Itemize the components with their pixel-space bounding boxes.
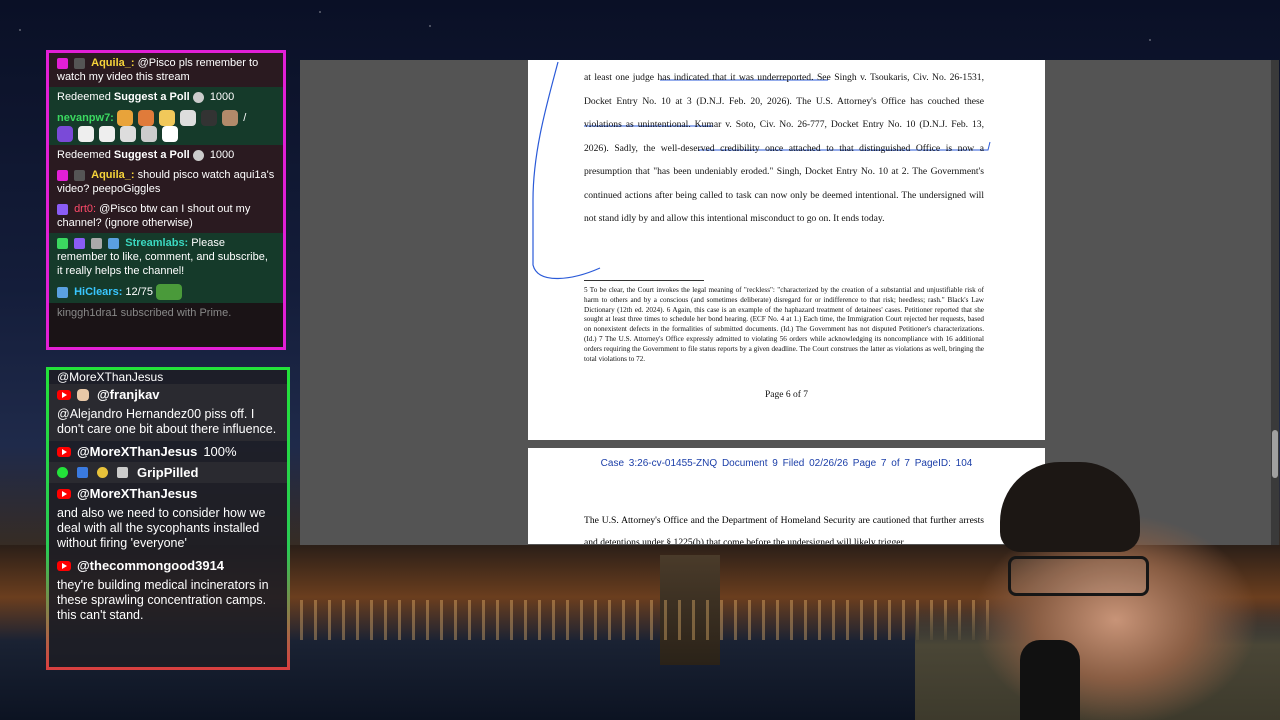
- chat-username[interactable]: @MoreXThanJesus: [77, 444, 197, 459]
- emote-icon: [137, 110, 154, 126]
- chat-username[interactable]: Streamlabs:: [125, 237, 188, 249]
- emote-icon: [120, 126, 137, 142]
- streamer-glasses: [1008, 556, 1149, 596]
- x-badge-icon: [57, 467, 68, 478]
- mod-badge-icon: [74, 169, 86, 181]
- heart-badge-icon: [57, 57, 68, 69]
- footnote-divider: [584, 280, 704, 281]
- chat-text: should pisco watch aqui1a's video? peepo…: [57, 169, 275, 195]
- sub-notice: kinggh1dra1 subscribed with Prime.: [57, 307, 232, 319]
- emote-icon: [57, 126, 73, 142]
- emote-icon: [99, 126, 116, 142]
- page-body-text: at least one judge has indicated that it…: [584, 72, 984, 224]
- chat-text: /: [243, 111, 247, 124]
- coin-badge-icon: [97, 467, 108, 478]
- chat-username[interactable]: @franjkav: [97, 387, 160, 402]
- avatar: [117, 467, 128, 478]
- gear-badge-icon: [91, 237, 103, 249]
- youtube-icon: [57, 488, 71, 499]
- chat-username[interactable]: HiClears:: [74, 286, 122, 298]
- footnotes: 5 To be clear, the Court invokes the leg…: [584, 286, 984, 363]
- mod-badge-icon: [74, 57, 86, 69]
- twitch-chat-box: Aquila_: @Pisco pls remember to watch my…: [46, 50, 286, 350]
- emote-icon: [180, 110, 197, 126]
- redeem-cost: 1000: [209, 149, 235, 161]
- sub-badge-icon: [57, 286, 68, 298]
- points-icon: [192, 149, 204, 161]
- chat-text: @Pisco pls remember to watch my video th…: [57, 57, 259, 83]
- chat-message: drt0: @Pisco btw can I shout out my chan…: [49, 199, 283, 233]
- bot-badge-icon: [108, 237, 120, 249]
- redeem-label: Redeemed: [57, 91, 111, 103]
- verified-badge-icon: [57, 237, 68, 249]
- emote-icon: [141, 126, 158, 142]
- chat-text: 100%: [203, 444, 237, 459]
- chat-username[interactable]: @thecommongood3914: [77, 558, 224, 573]
- chat-message: HiClears: 12/75: [49, 281, 283, 303]
- chat-username[interactable]: Aquila_:: [91, 57, 134, 69]
- chat-username[interactable]: @MoreXThanJesus: [49, 370, 287, 384]
- emote-icon: [201, 110, 218, 126]
- redeem-label: Redeemed: [57, 149, 111, 161]
- chat-username[interactable]: Aquila_:: [91, 169, 134, 181]
- heart-badge-icon: [57, 169, 68, 181]
- chat-message: Aquila_: @Pisco pls remember to watch my…: [49, 53, 283, 87]
- chat-author: @MoreXThanJesus: [49, 483, 287, 504]
- chat-author: GripPilled: [49, 462, 287, 483]
- chat-text: they're building medical incinerators in…: [57, 578, 269, 622]
- emote-icon: [222, 110, 239, 126]
- emote-icon: [159, 110, 176, 126]
- chat-username[interactable]: nevanpw7:: [57, 112, 114, 124]
- emote-icon: [162, 126, 179, 142]
- chat-text: and also we need to consider how we deal…: [57, 506, 266, 550]
- youtube-icon: [57, 560, 71, 571]
- youtube-chat-box: @MoreXThanJesus @franjkav @Alejandro Her…: [46, 367, 290, 670]
- background-city-lights: [300, 600, 1000, 640]
- emote-icon: [116, 110, 133, 126]
- chat-redeem: Redeemed Suggest a Poll 1000: [49, 87, 283, 107]
- chat-username[interactable]: GripPilled: [137, 465, 198, 480]
- chat-message: Aquila_: should pisco watch aqui1a's vid…: [49, 165, 283, 199]
- pepe-emote-icon: [156, 284, 183, 300]
- points-icon: [192, 91, 204, 103]
- case-header: Case 3:26-cv-01455-ZNQ Document 9 Filed …: [600, 458, 973, 469]
- chat-username[interactable]: drt0:: [74, 203, 96, 215]
- redeem-cost: 1000: [209, 91, 235, 103]
- page-number: Page 6 of 7: [764, 390, 808, 400]
- pdf-page-6[interactable]: at least one judge has indicated that it…: [528, 60, 1045, 440]
- chat-message: nevanpw7: /: [49, 107, 283, 145]
- chat-redeem: Redeemed Suggest a Poll 1000: [49, 145, 283, 165]
- chat-text: 12/75: [125, 285, 153, 298]
- chat-message: Streamlabs: Please remember to like, com…: [49, 233, 283, 281]
- emote-icon: [78, 126, 95, 142]
- chat-username[interactable]: @MoreXThanJesus: [77, 486, 197, 501]
- chat-author: @franjkav: [49, 384, 287, 405]
- youtube-icon: [57, 389, 71, 400]
- sub-badge-icon: [57, 203, 68, 215]
- check-badge-icon: [74, 237, 86, 249]
- microphone: [1020, 640, 1080, 720]
- redeem-reward: Suggest a Poll: [113, 149, 190, 161]
- chat-author: @MoreXThanJesus 100%: [49, 441, 287, 462]
- chat-author: @thecommongood3914: [49, 555, 287, 576]
- streamer-hair: [1000, 462, 1140, 552]
- youtube-icon: [57, 446, 71, 457]
- chat-text: @Alejandro Hernandez00 piss off. I don't…: [49, 405, 287, 441]
- redeem-reward: Suggest a Poll: [113, 91, 190, 103]
- avatar: [77, 388, 89, 401]
- badge-icon: [77, 467, 88, 478]
